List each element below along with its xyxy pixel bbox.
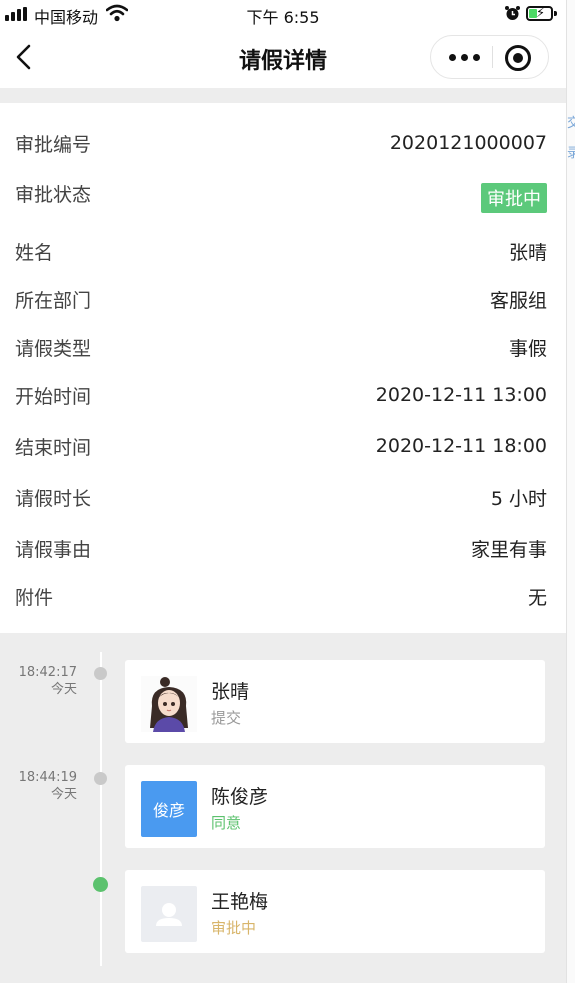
timeline-day: 今天 — [50, 682, 77, 697]
detail-value: 张晴 — [508, 241, 547, 264]
user-silhouette-icon — [156, 903, 182, 926]
timeline-day: 今天 — [50, 787, 77, 802]
timeline-dot — [94, 772, 107, 785]
detail-value: 5 小时 — [490, 487, 547, 510]
detail-label: 请假事由 — [15, 538, 92, 561]
approver-name: 陈俊彦 — [211, 786, 269, 808]
detail-label: 审批状态 — [15, 184, 92, 206]
timeline-time: 18:42:17 今天 — [2, 664, 77, 698]
detail-label: 姓名 — [15, 241, 54, 264]
more-dots-icon[interactable] — [441, 36, 493, 78]
mini-program-capsule — [430, 35, 549, 79]
detail-row-department: 所在部门 客服组 — [15, 285, 547, 313]
approver-name: 王艳梅 — [211, 891, 269, 913]
detail-row-end-time: 结束时间 2020-12-11 18:00 — [15, 432, 547, 460]
detail-label: 审批编号 — [15, 133, 92, 156]
detail-value: 2020-12-11 13:00 — [375, 384, 547, 406]
detail-value: 事假 — [508, 337, 547, 360]
detail-label: 结束时间 — [15, 436, 92, 459]
default-user-avatar — [141, 886, 197, 942]
timeline-time: 18:44:19 今天 — [2, 769, 77, 803]
approval-status-text: 同意 — [211, 814, 242, 832]
alarm-icon — [505, 6, 520, 20]
detail-value: 无 — [527, 586, 547, 609]
detail-row-approval-number: 审批编号 2020121000007 — [15, 129, 547, 157]
timeline-line — [100, 652, 102, 966]
approval-status-text: 提交 — [211, 709, 242, 727]
approval-step-card[interactable]: 王艳梅 审批中 — [125, 870, 545, 953]
detail-value: 2020-12-11 18:00 — [375, 435, 547, 457]
battery-icon: ⚡ — [526, 6, 557, 21]
detail-row-reason: 请假事由 家里有事 — [15, 534, 547, 562]
detail-label: 所在部门 — [15, 289, 92, 312]
detail-row-start-time: 开始时间 2020-12-11 13:00 — [15, 381, 547, 409]
detail-row-name: 姓名 张晴 — [15, 237, 547, 265]
timeline-clock: 18:44:19 — [18, 770, 77, 785]
leave-detail-card: 审批编号 2020121000007 审批状态 审批中 姓名 张晴 所在部门 客… — [0, 103, 566, 633]
detail-label: 开始时间 — [15, 385, 92, 408]
detail-label: 请假时长 — [15, 487, 92, 510]
text-avatar: 俊彦 — [141, 781, 197, 837]
detail-row-approval-status: 审批状态 审批中 — [15, 180, 547, 213]
detail-value: 家里有事 — [470, 538, 547, 561]
phone-screen: 中国移动 下午 6:55 ⚡ 请假详情 审批编号 2020121000007 审… — [0, 0, 566, 983]
detail-value: 2020121000007 — [389, 132, 547, 154]
background-window-edge: 交 录 — [566, 0, 575, 983]
edge-char: 录 — [567, 142, 575, 161]
detail-label: 请假类型 — [15, 337, 92, 360]
status-badge: 审批中 — [481, 183, 547, 213]
detail-value: 客服组 — [489, 289, 547, 312]
status-bar: 中国移动 下午 6:55 ⚡ — [0, 0, 566, 28]
approver-name: 张晴 — [211, 681, 250, 703]
target-icon[interactable] — [505, 45, 531, 71]
timeline-dot-active — [93, 877, 108, 892]
detail-row-attachment: 附件 无 — [15, 582, 547, 610]
user-avatar — [141, 676, 197, 732]
approval-status-text: 审批中 — [211, 919, 257, 937]
approval-step-card[interactable]: 俊彦 陈俊彦 同意 — [125, 765, 545, 848]
status-time: 下午 6:55 — [246, 8, 320, 27]
navigation-bar: 请假详情 — [0, 28, 566, 88]
approval-step-card[interactable]: 张晴 提交 — [125, 660, 545, 743]
timeline-dot — [94, 667, 107, 680]
detail-row-duration: 请假时长 5 小时 — [15, 483, 547, 511]
capsule-divider — [492, 46, 493, 68]
timeline-clock: 18:42:17 — [18, 665, 77, 680]
detail-label: 附件 — [15, 586, 54, 609]
edge-char: 交 — [567, 112, 575, 131]
detail-row-leave-type: 请假类型 事假 — [15, 333, 547, 361]
